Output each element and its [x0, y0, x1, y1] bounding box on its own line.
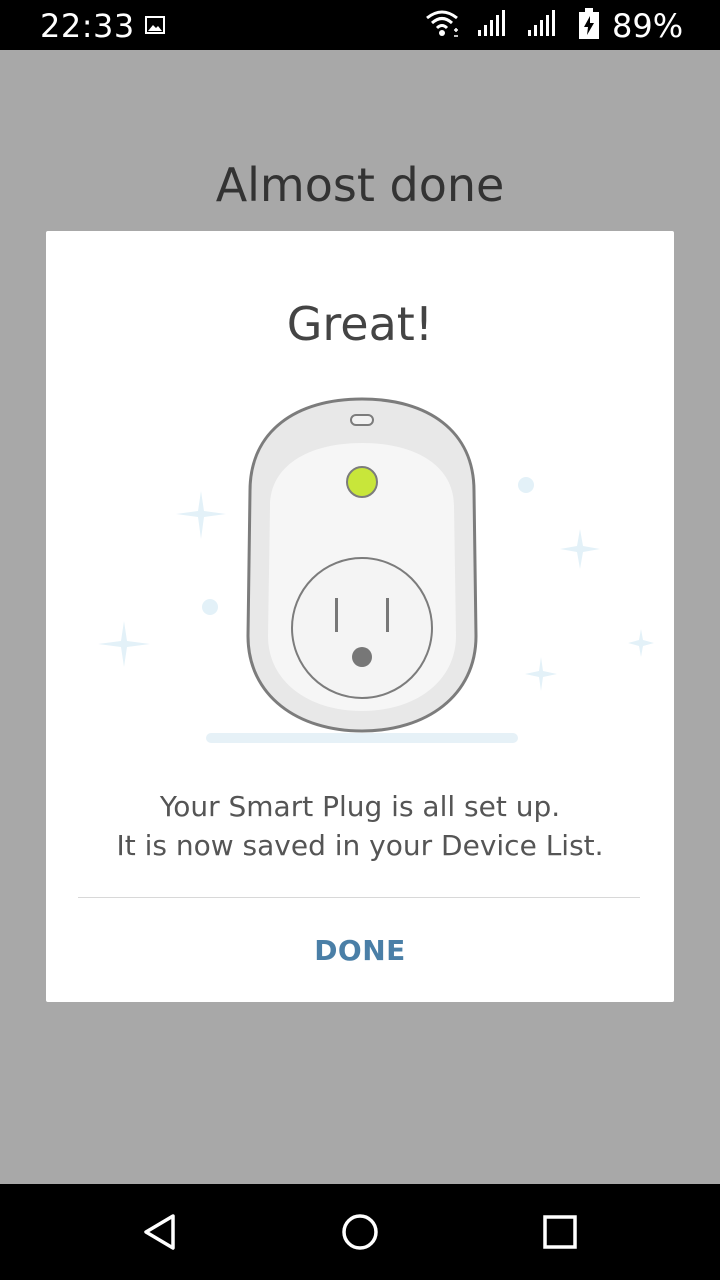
- back-icon[interactable]: [140, 1212, 180, 1252]
- signal-icon: [528, 10, 555, 36]
- message-line-2: It is now saved in your Device List.: [116, 829, 604, 862]
- page-title: Almost done: [215, 158, 505, 212]
- smart-plug-illustration: [98, 397, 654, 743]
- image-notification-icon: [145, 16, 165, 34]
- wifi-icon: [426, 10, 458, 37]
- success-dialog: Great! Your Smart Plug is all set up. It…: [46, 231, 674, 1002]
- recents-icon[interactable]: [540, 1212, 580, 1252]
- status-bar: 22:33 89%: [0, 0, 720, 50]
- battery-charging-icon: [579, 8, 599, 39]
- dialog-message: Your Smart Plug is all set up. It is now…: [46, 787, 674, 865]
- message-line-1: Your Smart Plug is all set up.: [159, 790, 561, 823]
- signal-icon: [478, 10, 505, 36]
- status-time: 22:33: [40, 7, 135, 45]
- done-button[interactable]: DONE: [46, 898, 674, 1002]
- dialog-title: Great!: [286, 297, 434, 351]
- home-icon[interactable]: [340, 1212, 380, 1252]
- battery-percent: 89%: [612, 7, 684, 45]
- navigation-bar: [0, 1184, 720, 1280]
